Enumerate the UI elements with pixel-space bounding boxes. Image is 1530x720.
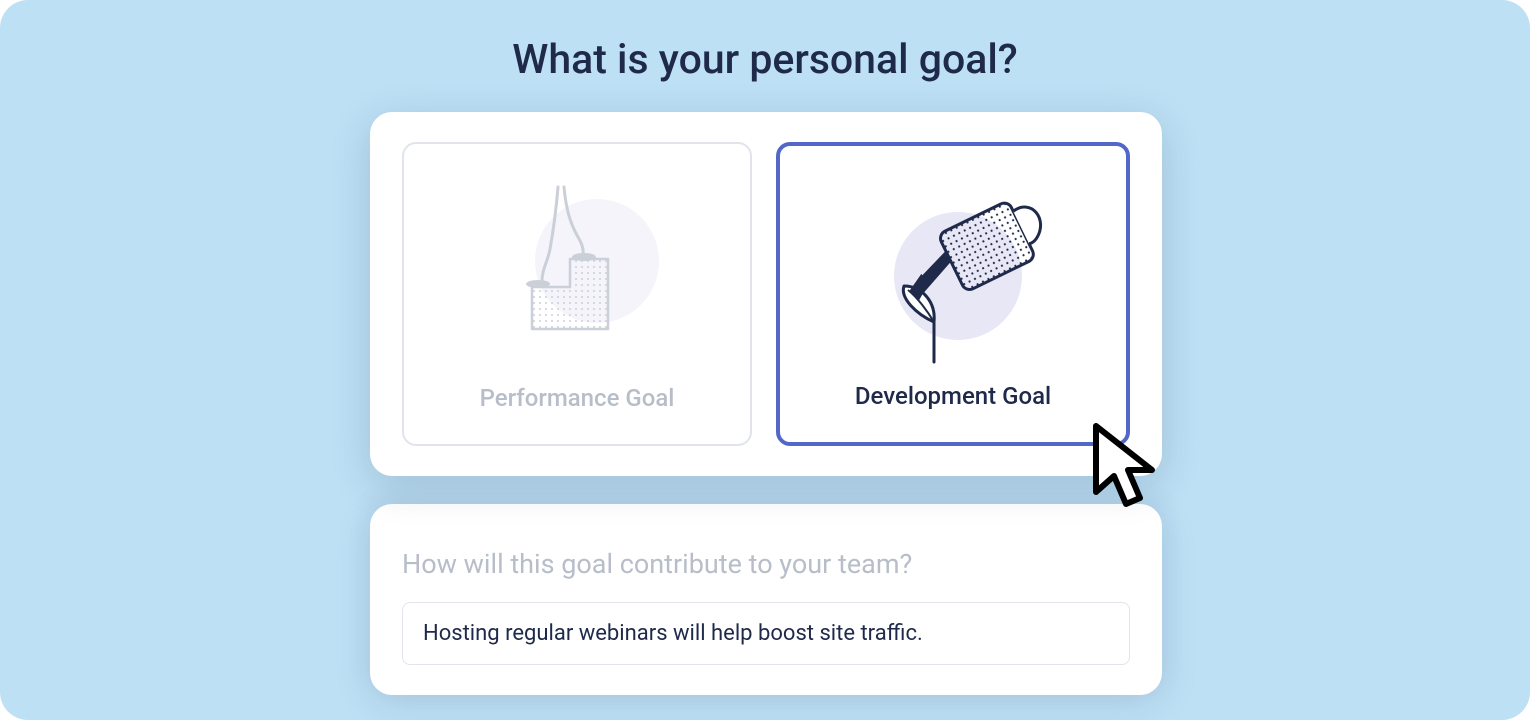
option-performance-goal[interactable]: Performance Goal: [402, 142, 752, 446]
option-label: Performance Goal: [480, 384, 675, 412]
option-row: Performance Goal: [402, 142, 1130, 446]
contribution-input[interactable]: [402, 602, 1130, 665]
option-development-goal[interactable]: Development Goal: [776, 142, 1130, 446]
option-label: Development Goal: [855, 382, 1051, 410]
watering-can-icon: [838, 164, 1068, 364]
contribution-card: How will this goal contribute to your te…: [370, 504, 1162, 695]
goal-type-card: Performance Goal: [370, 112, 1162, 476]
page-title: What is your personal goal?: [0, 0, 1530, 84]
contribution-question: How will this goal contribute to your te…: [402, 548, 1130, 580]
stairs-icon: [472, 169, 682, 359]
development-illustration: [780, 146, 1126, 382]
performance-illustration: [404, 144, 750, 384]
app-canvas: What is your personal goal?: [0, 0, 1530, 720]
